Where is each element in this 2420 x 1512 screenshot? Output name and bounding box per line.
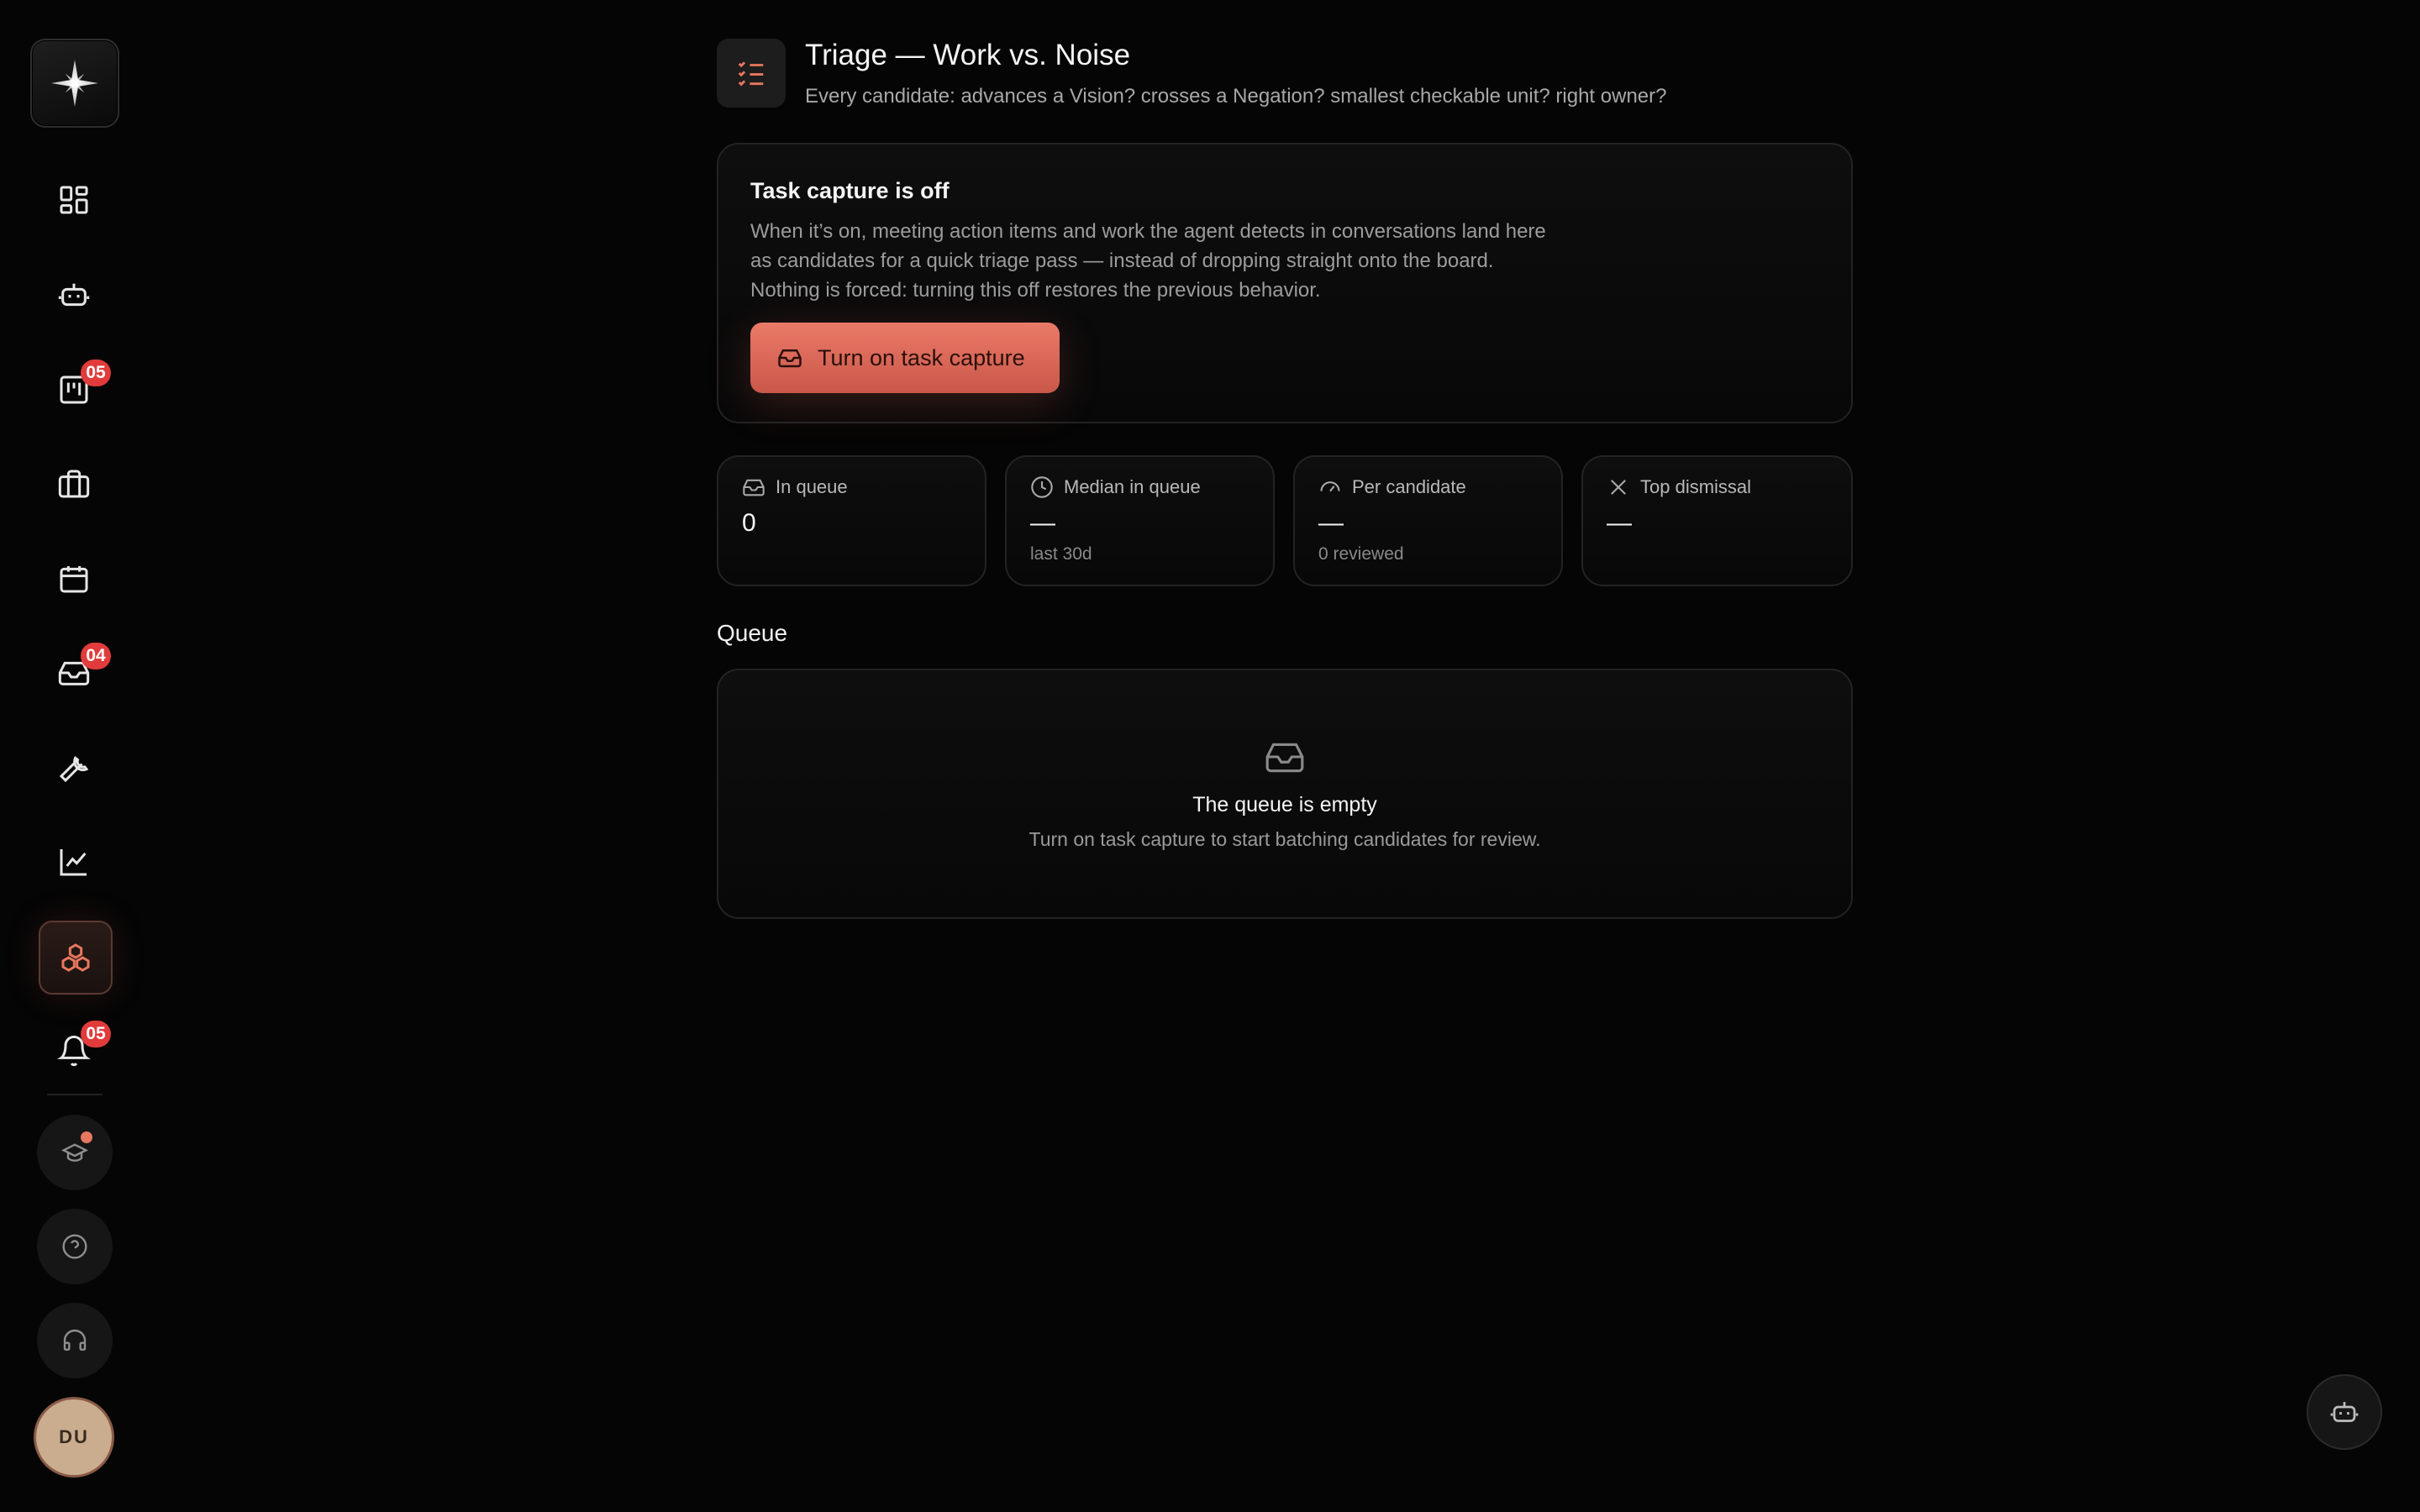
sidebar-item-analytics[interactable] xyxy=(39,827,109,897)
stat-label-text: Per candidate xyxy=(1352,476,1466,497)
notifications-badge: 05 xyxy=(81,1021,111,1047)
page-title: Triage — Work vs. Noise xyxy=(805,39,1131,71)
sidebar: 05 04 05 DU xyxy=(0,0,148,1512)
sidebar-item-inbox[interactable]: 04 xyxy=(39,638,111,708)
stat-label: Top dismissal xyxy=(1607,475,1751,499)
checklist-icon xyxy=(738,61,764,87)
analytics-icon xyxy=(60,849,87,876)
stat-subtext: last 30d xyxy=(1030,544,1092,564)
sidebar-item-agent[interactable] xyxy=(39,260,109,330)
stat-label-text: In queue xyxy=(776,476,848,497)
stat-label: In queue xyxy=(742,475,848,499)
board-badge: 05 xyxy=(81,360,111,386)
inbox-icon xyxy=(743,479,765,496)
headset-icon xyxy=(63,1329,87,1351)
stat-median-in-queue: Median in queue — last 30d xyxy=(1005,455,1275,586)
sidebar-item-calendar[interactable] xyxy=(39,543,109,614)
sidebar-divider xyxy=(47,1094,103,1095)
stat-value: — xyxy=(1607,509,1632,537)
sidebar-item-board[interactable]: 05 xyxy=(39,354,111,425)
avatar[interactable]: DU xyxy=(34,1397,114,1478)
stat-label-text: Top dismissal xyxy=(1640,476,1752,497)
queue-empty-state: The queue is empty Turn on task capture … xyxy=(717,669,1853,919)
inbox-icon xyxy=(1265,743,1304,773)
stat-value: — xyxy=(1030,509,1055,537)
sparkle-icon xyxy=(51,60,98,107)
sidebar-item-projects[interactable] xyxy=(39,449,109,519)
help-button[interactable] xyxy=(37,1209,113,1284)
clock-icon xyxy=(1031,476,1053,498)
graduation-cap-icon xyxy=(61,1143,88,1162)
assistant-button[interactable] xyxy=(2307,1374,2382,1450)
app-logo[interactable] xyxy=(30,39,119,128)
stat-value: 0 xyxy=(742,509,756,537)
inbox-badge: 04 xyxy=(81,643,111,669)
stat-value: — xyxy=(1318,509,1344,537)
calendar-icon xyxy=(60,566,88,593)
page-icon xyxy=(717,39,786,108)
sidebar-item-triage[interactable] xyxy=(39,921,113,995)
inbox-icon xyxy=(778,349,802,368)
gauge-icon xyxy=(1320,481,1340,492)
stat-label-text: Median in queue xyxy=(1064,476,1201,497)
app-root: 05 04 05 DU Triage — Work vs. Noise Ever… xyxy=(0,0,2420,1512)
briefcase-icon xyxy=(58,470,90,498)
wrench-icon xyxy=(59,756,89,783)
stat-label: Per candidate xyxy=(1318,475,1466,499)
stat-label: Median in queue xyxy=(1030,475,1201,499)
stat-subtext: 0 reviewed xyxy=(1318,544,1404,564)
support-button[interactable] xyxy=(37,1303,113,1378)
agent-icon xyxy=(2330,1402,2359,1422)
turn-on-task-capture-label: Turn on task capture xyxy=(818,344,1025,370)
empty-state-title: The queue is empty xyxy=(1192,793,1377,816)
cubes-icon xyxy=(61,943,90,972)
empty-state-subtitle: Turn on task capture to start batching c… xyxy=(1028,828,1541,850)
queue-heading: Queue xyxy=(717,620,788,646)
stat-top-dismissal: Top dismissal — xyxy=(1581,455,1853,586)
stat-per-candidate: Per candidate — 0 reviewed xyxy=(1293,455,1563,586)
learning-button[interactable] xyxy=(37,1115,113,1190)
sidebar-item-dashboard[interactable] xyxy=(39,165,109,235)
turn-on-task-capture-button[interactable]: Turn on task capture xyxy=(750,323,1060,393)
task-capture-description: When it’s on, meeting action items and w… xyxy=(750,220,1546,302)
dashboard-icon xyxy=(60,186,88,214)
agent-icon xyxy=(58,283,90,307)
stat-in-queue: In queue 0 xyxy=(717,455,986,586)
sidebar-item-notifications[interactable]: 05 xyxy=(39,1016,111,1086)
sidebar-item-tools[interactable] xyxy=(39,732,109,803)
task-capture-card: Task capture is off When it’s on, meetin… xyxy=(717,143,1853,423)
task-capture-title: Task capture is off xyxy=(750,178,950,203)
learning-notification-dot xyxy=(81,1131,92,1143)
page-subtitle: Every candidate: advances a Vision? cros… xyxy=(805,85,1667,108)
help-icon xyxy=(62,1234,87,1259)
close-icon xyxy=(1611,480,1626,495)
